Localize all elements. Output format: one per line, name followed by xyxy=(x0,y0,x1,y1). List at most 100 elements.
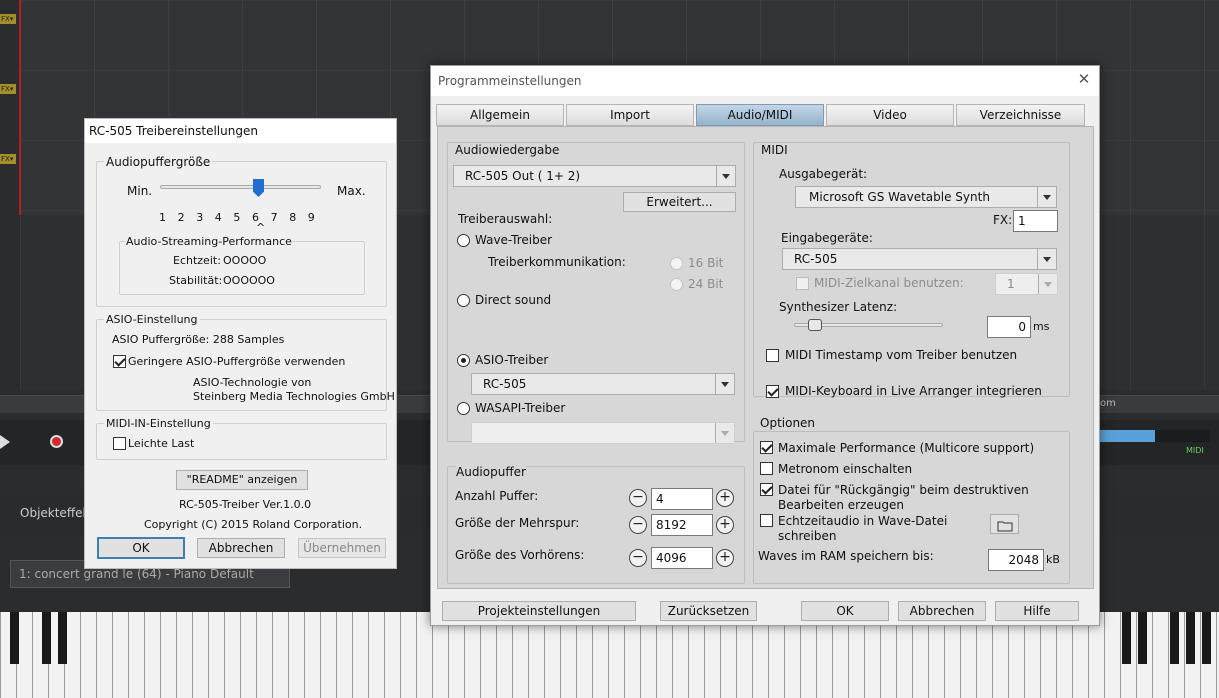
reset-button[interactable]: Zurücksetzen xyxy=(660,601,757,621)
slider-tick-label: 8 xyxy=(289,211,297,224)
wasapi-device-select[interactable] xyxy=(471,422,735,444)
midi-timestamp-checkbox[interactable] xyxy=(766,349,779,362)
16bit-label: 16 Bit xyxy=(688,256,724,270)
slider-tick-label: 4 xyxy=(214,211,222,224)
zoom-text: om xyxy=(1100,398,1116,409)
max-label: Max. xyxy=(337,184,366,198)
project-settings-button[interactable]: Projekteinstellungen xyxy=(442,601,636,621)
direct-sound-radio[interactable] xyxy=(457,294,470,307)
wasapi-driver-radio[interactable] xyxy=(457,402,470,415)
realtime-audio-checkbox[interactable] xyxy=(760,514,773,527)
16bit-radio[interactable] xyxy=(670,257,683,270)
help-button[interactable]: Hilfe xyxy=(995,601,1079,621)
synth-latency-input[interactable]: 0 xyxy=(987,316,1031,338)
audio-output-device-value: RC-505 Out ( 1+ 2) xyxy=(465,169,581,183)
wave-driver-label: Wave-Treiber xyxy=(475,233,553,247)
fx-tag[interactable]: FX▾ xyxy=(0,84,16,94)
asio-buffer-size: ASIO Puffergröße: 288 Samples xyxy=(112,333,285,346)
asio-device-select[interactable]: RC-505 xyxy=(471,373,735,395)
dialog-title: RC-505 Treibereinstellungen xyxy=(85,119,396,143)
cancel-button[interactable]: Abbrechen xyxy=(197,538,285,558)
preview-size-plus[interactable]: + xyxy=(716,549,734,567)
fx-tag[interactable]: FX▾ xyxy=(0,154,16,164)
output-device-label: Ausgabegerät: xyxy=(779,167,868,181)
midi-output-device-select[interactable]: Microsoft GS Wavetable Synth xyxy=(795,186,1057,208)
target-channel-value: 1 xyxy=(1007,277,1015,291)
close-icon[interactable]: ✕ xyxy=(1077,72,1091,87)
wasapi-driver-label: WASAPI-Treiber xyxy=(475,401,566,415)
chevron-down-icon[interactable] xyxy=(715,374,734,394)
light-load-checkbox[interactable] xyxy=(113,437,126,450)
24bit-radio[interactable] xyxy=(670,278,683,291)
piano-key-black[interactable] xyxy=(1202,612,1211,664)
piano-key-black[interactable] xyxy=(10,612,19,664)
asio-driver-label: ASIO-Treiber xyxy=(475,353,549,367)
fx-tag[interactable]: FX▾ xyxy=(0,14,16,24)
smaller-asio-buffer-label: Geringere ASIO-Puffergröße verwenden xyxy=(128,355,346,368)
buffer-count-input[interactable]: 4 xyxy=(651,488,713,510)
advanced-button[interactable]: Erweitert... xyxy=(623,192,736,212)
buffer-slider-track[interactable] xyxy=(160,185,321,189)
midi-input-device-select[interactable]: RC-505 xyxy=(782,248,1057,270)
piano-key-black[interactable] xyxy=(1138,612,1147,664)
fx-input[interactable]: 1 xyxy=(1013,210,1058,232)
synth-latency-thumb[interactable] xyxy=(808,319,822,331)
target-channel-checkbox[interactable] xyxy=(796,277,809,290)
slider-ticks: 123456789 xyxy=(159,211,329,225)
midi-meter-label: MIDI xyxy=(1186,446,1204,455)
multitrack-size-plus[interactable]: + xyxy=(716,516,734,534)
buffer-count-plus[interactable]: + xyxy=(716,489,734,507)
rc505-driver-dialog: RC-505 Treibereinstellungen Audiopufferg… xyxy=(84,118,397,569)
tab-allgemein[interactable]: Allgemein xyxy=(436,104,564,126)
smaller-asio-buffer-checkbox[interactable] xyxy=(113,355,126,368)
chevron-down-icon[interactable] xyxy=(1037,187,1056,207)
readme-button[interactable]: "README" anzeigen xyxy=(176,470,308,490)
tab-audio-midi[interactable]: Audio/MIDI xyxy=(696,104,824,126)
wave-driver-radio[interactable] xyxy=(457,234,470,247)
folder-button[interactable] xyxy=(990,514,1019,534)
playhead-line xyxy=(19,0,21,215)
chevron-down-icon[interactable] xyxy=(716,166,735,186)
cancel-button[interactable]: Abbrechen xyxy=(898,601,986,621)
max-performance-checkbox[interactable] xyxy=(760,441,773,454)
piano-key-black[interactable] xyxy=(1186,612,1195,664)
play-icon[interactable] xyxy=(0,435,10,449)
apply-button[interactable]: Übernehmen xyxy=(298,538,386,558)
slider-tick-label: 9 xyxy=(307,211,315,224)
multitrack-size-minus[interactable]: − xyxy=(629,516,647,534)
tab-video[interactable]: Video xyxy=(826,104,954,126)
audio-output-device-select[interactable]: RC-505 Out ( 1+ 2) xyxy=(453,165,736,187)
piano-key-black[interactable] xyxy=(42,612,51,664)
copyright: Copyright (C) 2015 Roland Corporation. xyxy=(144,518,363,531)
options-title: Optionen xyxy=(760,416,816,430)
realtime-label: Echtzeit: xyxy=(173,254,221,267)
chevron-down-icon[interactable] xyxy=(1037,249,1056,269)
multitrack-size-input[interactable]: 8192 xyxy=(651,514,713,536)
waves-ram-label: Waves im RAM speichern bis: xyxy=(758,549,934,563)
tab-verzeichnisse[interactable]: Verzeichnisse xyxy=(956,104,1085,126)
metronome-checkbox[interactable] xyxy=(760,462,773,475)
target-channel-label: MIDI-Zielkanal benutzen: xyxy=(814,276,964,290)
ok-button[interactable]: OK xyxy=(801,601,889,621)
preview-size-label: Größe des Vorhörens: xyxy=(455,548,585,562)
waves-ram-input[interactable]: 2048 xyxy=(988,549,1044,571)
chevron-down-icon[interactable] xyxy=(1038,274,1057,294)
folder-icon xyxy=(997,521,1012,532)
target-channel-select[interactable]: 1 xyxy=(995,273,1058,295)
tab-import[interactable]: Import xyxy=(566,104,694,126)
record-icon[interactable] xyxy=(50,435,63,448)
undo-file-checkbox[interactable] xyxy=(760,483,773,496)
buffer-count-minus[interactable]: − xyxy=(629,489,647,507)
asio-device-value: RC-505 xyxy=(483,377,527,391)
chevron-down-icon[interactable] xyxy=(715,423,734,443)
piano-key-black[interactable] xyxy=(58,612,67,664)
midi-keyboard-checkbox[interactable] xyxy=(766,385,779,398)
piano-key-black[interactable] xyxy=(1170,612,1179,664)
preview-size-minus[interactable]: − xyxy=(629,549,647,567)
midi-in-title: MIDI-IN-Einstellung xyxy=(104,417,213,430)
ok-button[interactable]: OK xyxy=(97,537,185,559)
asio-driver-radio[interactable] xyxy=(457,354,470,367)
piano-key-black[interactable] xyxy=(1122,612,1131,664)
preview-size-input[interactable]: 4096 xyxy=(651,547,713,569)
synth-latency-label: Synthesizer Latenz: xyxy=(779,300,898,314)
